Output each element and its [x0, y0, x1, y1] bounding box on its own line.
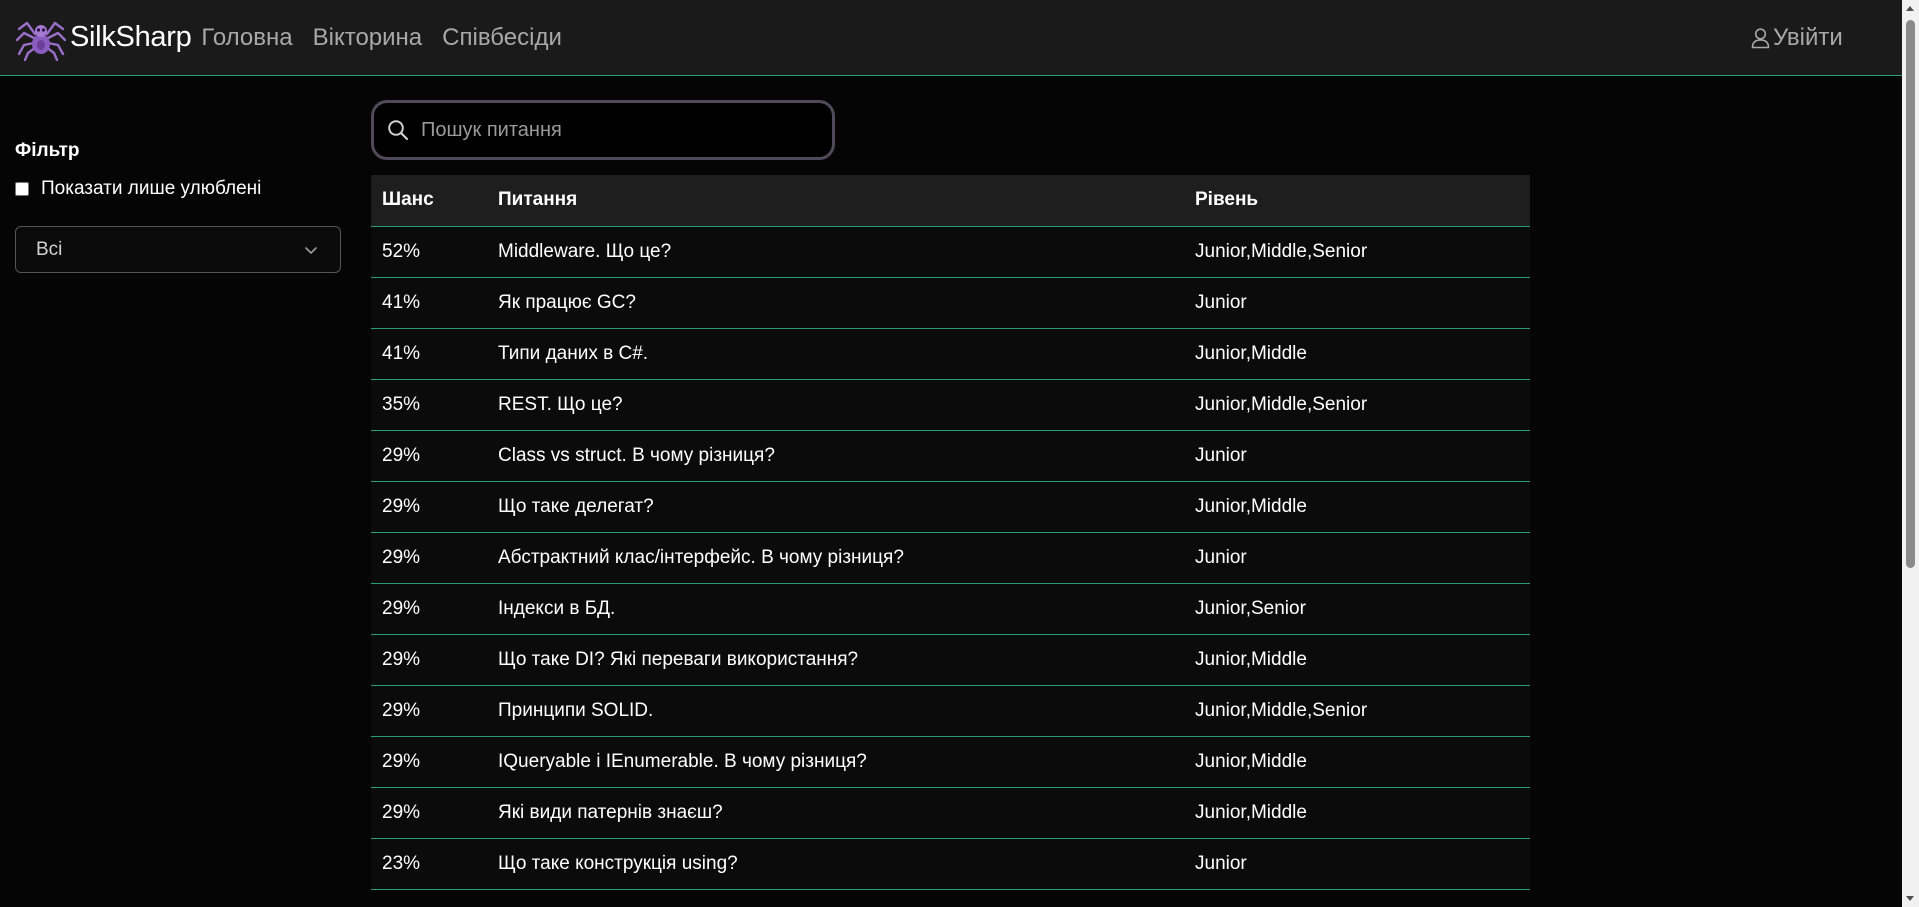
table-row[interactable]: 23% Що таке конструкція using? Junior [371, 838, 1530, 890]
level-cell: Junior [1184, 277, 1530, 329]
question-cell: Типи даних в C#. [487, 328, 1184, 380]
questions-table: Шанс Питання Рівень 52% Middleware. Що це… [371, 175, 1530, 890]
question-cell: REST. Що це? [487, 379, 1184, 431]
chance-cell: 29% [371, 583, 487, 635]
filter-title: Фільтр [15, 140, 80, 161]
chance-cell: 29% [371, 481, 487, 533]
chevron-down-icon [305, 247, 317, 254]
chance-cell: 29% [371, 634, 487, 686]
table-row[interactable]: 29% Class vs struct. В чому різниця? Junio… [371, 430, 1530, 482]
question-cell: Індекси в БД. [487, 583, 1184, 635]
nav-link-quiz[interactable]: Вікторина [313, 24, 423, 52]
column-header-chance[interactable]: Шанс [371, 175, 487, 227]
spider-icon [16, 21, 66, 61]
column-header-question[interactable]: Питання [487, 175, 1184, 227]
question-cell: Як працює GC? [487, 277, 1184, 329]
favorites-label: Показати лише улюблені [41, 178, 262, 199]
level-cell: Junior,Middle [1184, 736, 1530, 788]
chance-cell: 23% [371, 838, 487, 890]
scroll-down-arrow[interactable] [1906, 896, 1914, 901]
table-row[interactable]: 41% Типи даних в C#. Junior,Middle [371, 328, 1530, 380]
table-row[interactable]: 29% Що таке делегат? Junior,Middle [371, 481, 1530, 533]
chance-cell: 29% [371, 532, 487, 584]
question-cell: Middleware. Що це? [487, 226, 1184, 278]
question-cell: Що таке DI? Які переваги використання? [487, 634, 1184, 686]
question-cell: Class vs struct. В чому різниця? [487, 430, 1184, 482]
level-select-value: Всі [36, 238, 63, 260]
level-cell: Junior,Middle,Senior [1184, 379, 1530, 431]
table-row[interactable]: 29% Принципи SOLID. Junior,Middle,Senior [371, 685, 1530, 737]
level-cell: Junior,Middle,Senior [1184, 685, 1530, 737]
login-button[interactable]: Увійти [1750, 0, 1843, 76]
scroll-thumb[interactable] [1906, 20, 1915, 568]
question-cell: Абстрактний клас/інтерфейс. В чому різни… [487, 532, 1184, 584]
table-body: 52% Middleware. Що це? Junior,Middle,Senio… [371, 226, 1530, 890]
level-cell: Junior [1184, 430, 1530, 482]
question-cell: Що таке конструкція using? [487, 838, 1184, 890]
column-header-level[interactable]: Рівень [1184, 175, 1530, 227]
level-select[interactable]: Всі [15, 226, 341, 273]
search-box [371, 100, 835, 160]
level-cell: Junior,Middle,Senior [1184, 226, 1530, 278]
question-cell: IQueryable і IEnumerable. В чому різниця… [487, 736, 1184, 788]
table-row[interactable]: 29% Абстрактний клас/інтерфейс. В чому рі… [371, 532, 1530, 584]
chance-cell: 29% [371, 685, 487, 737]
level-cell: Junior,Senior [1184, 583, 1530, 635]
table-row[interactable]: 52% Middleware. Що це? Junior,Middle,Senio… [371, 226, 1530, 278]
level-cell: Junior,Middle [1184, 787, 1530, 839]
navbar: SilkSharp Головна Вікторина Співбесіди У… [0, 0, 1902, 76]
search-icon [388, 120, 409, 141]
chance-cell: 29% [371, 787, 487, 839]
question-cell: Які види патернів знаєш? [487, 787, 1184, 839]
login-label: Увійти [1773, 24, 1843, 51]
table-row[interactable]: 29% Що таке DI? Які переваги використання… [371, 634, 1530, 686]
table-row[interactable]: 29% IQueryable і IEnumerable. В чому різн… [371, 736, 1530, 788]
nav-links: Головна Вікторина Співбесіди [201, 0, 581, 75]
question-cell: Принципи SOLID. [487, 685, 1184, 737]
chance-cell: 35% [371, 379, 487, 431]
chance-cell: 41% [371, 328, 487, 380]
scrollbar[interactable] [1902, 0, 1919, 907]
scroll-up-arrow[interactable] [1906, 6, 1914, 11]
search-input[interactable] [419, 117, 819, 143]
level-cell: Junior [1184, 838, 1530, 890]
nav-link-home[interactable]: Головна [201, 24, 292, 52]
brand-name: SilkSharp [70, 21, 192, 53]
chance-cell: 52% [371, 226, 487, 278]
level-cell: Junior,Middle [1184, 481, 1530, 533]
chance-cell: 29% [371, 736, 487, 788]
chance-cell: 41% [371, 277, 487, 329]
favorites-checkbox[interactable] [15, 182, 29, 196]
table-row[interactable]: 41% Як працює GC? Junior [371, 277, 1530, 329]
brand-link[interactable]: SilkSharp [16, 0, 192, 75]
table-header-row: Шанс Питання Рівень [371, 175, 1530, 227]
table-row[interactable]: 29% Індекси в БД. Junior,Senior [371, 583, 1530, 635]
chance-cell: 29% [371, 430, 487, 482]
nav-link-interviews[interactable]: Співбесіди [442, 24, 562, 52]
favorites-toggle[interactable]: Показати лише улюблені [15, 178, 261, 200]
table-row[interactable]: 29% Які види патернів знаєш? Junior,Middle [371, 787, 1530, 839]
table-row[interactable]: 35% REST. Що це? Junior,Middle,Senior [371, 379, 1530, 431]
level-cell: Junior,Middle [1184, 634, 1530, 686]
question-cell: Що таке делегат? [487, 481, 1184, 533]
level-cell: Junior [1184, 532, 1530, 584]
user-icon [1751, 28, 1770, 49]
level-cell: Junior,Middle [1184, 328, 1530, 380]
